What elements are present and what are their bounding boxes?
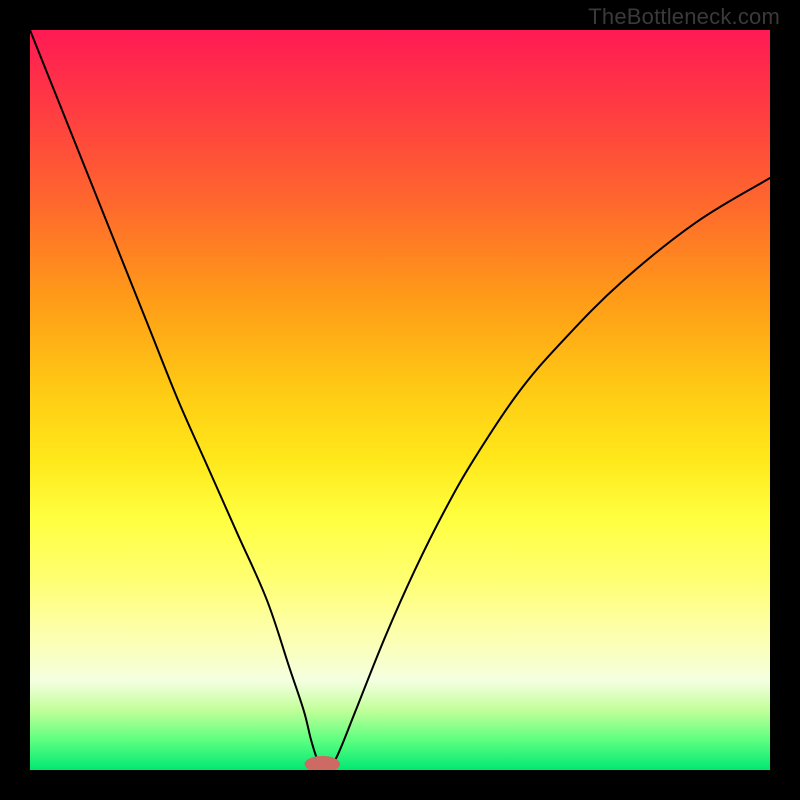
minimum-marker xyxy=(305,756,341,770)
bottleneck-curve xyxy=(30,30,770,770)
curve-svg xyxy=(30,30,770,770)
chart-frame: TheBottleneck.com xyxy=(0,0,800,800)
plot-area xyxy=(30,30,770,770)
watermark-text: TheBottleneck.com xyxy=(588,4,780,30)
